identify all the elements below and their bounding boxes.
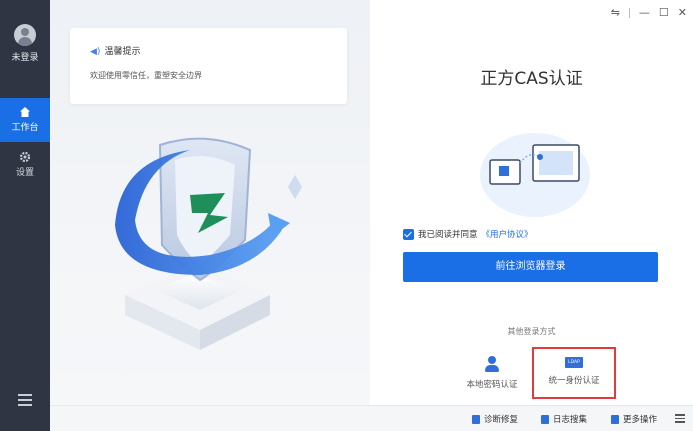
local-password-login-option[interactable]: 本地密码认证 xyxy=(450,352,534,400)
close-icon[interactable]: ✕ xyxy=(678,6,687,19)
document-icon xyxy=(541,414,549,424)
shield-illustration xyxy=(115,137,302,350)
login-status-label[interactable]: 未登录 xyxy=(0,50,50,63)
agreement-text: 我已阅读并同意 xyxy=(418,230,478,240)
home-icon xyxy=(20,107,30,117)
log-collect-button[interactable]: 日志搜集 xyxy=(541,413,587,425)
sidebar: 未登录 工作台 设置 xyxy=(0,0,50,431)
sidebar-item-settings[interactable]: 设置 xyxy=(0,143,50,187)
more-actions-button[interactable]: 更多操作 xyxy=(611,413,657,425)
unified-identity-login-option[interactable]: LDAP 统一身份认证 xyxy=(532,347,616,399)
sidebar-item-label: 工作台 xyxy=(11,123,39,133)
browser-login-button[interactable]: 前往浏览器登录 xyxy=(403,252,658,282)
page-title: 正方CAS认证 xyxy=(480,69,583,89)
option-label: 统一身份认证 xyxy=(548,376,600,386)
gear-icon xyxy=(19,151,31,163)
minimize-icon[interactable]: — xyxy=(639,6,650,19)
other-login-methods-label: 其他登录方式 xyxy=(507,327,556,336)
bottom-toolbar: 诊断修复 日志搜集 更多操作 xyxy=(50,405,693,431)
notice-title: ◀) 温馨提示 xyxy=(90,47,141,57)
user-icon xyxy=(485,356,499,372)
diagnose-repair-button[interactable]: 诊断修复 xyxy=(472,413,518,425)
sidebar-item-label: 设置 xyxy=(15,168,34,178)
app-window: 未登录 工作台 设置 ◀) 温馨提示 欢迎使用零信任，重塑安全边界 ⇋ — ☐ … xyxy=(0,0,693,431)
speaker-icon: ◀) xyxy=(90,47,101,57)
option-label: 本地密码认证 xyxy=(466,380,518,390)
divider xyxy=(628,7,630,18)
more-icon xyxy=(611,414,619,424)
notice-card: ◀) 温馨提示 欢迎使用零信任，重塑安全边界 xyxy=(70,28,347,104)
sidebar-item-workbench[interactable]: 工作台 xyxy=(0,98,50,142)
window-controls: ⇋ — ☐ ✕ xyxy=(611,6,687,19)
ldap-icon: LDAP xyxy=(565,357,583,368)
avatar[interactable] xyxy=(14,24,36,46)
notice-text: 欢迎使用零信任，重塑安全边界 xyxy=(90,71,202,80)
collapse-menu-icon[interactable] xyxy=(675,414,685,423)
swap-icon[interactable]: ⇋ xyxy=(611,6,620,19)
agreement-row: 我已阅读并同意 《用户协议》 xyxy=(403,228,533,240)
illustration-panel: ◀) 温馨提示 欢迎使用零信任，重塑安全边界 xyxy=(50,0,370,405)
agreement-checkbox[interactable] xyxy=(403,228,414,240)
lock-icon xyxy=(472,414,480,424)
login-panel: ⇋ — ☐ ✕ 正方CAS认证 我已阅读并同意 《用户协议》 前往浏览器登录 其… xyxy=(370,0,693,405)
menu-icon[interactable] xyxy=(18,394,32,406)
maximize-icon[interactable]: ☐ xyxy=(659,6,669,19)
browser-illustration xyxy=(480,133,590,217)
user-agreement-link[interactable]: 《用户协议》 xyxy=(482,228,533,240)
